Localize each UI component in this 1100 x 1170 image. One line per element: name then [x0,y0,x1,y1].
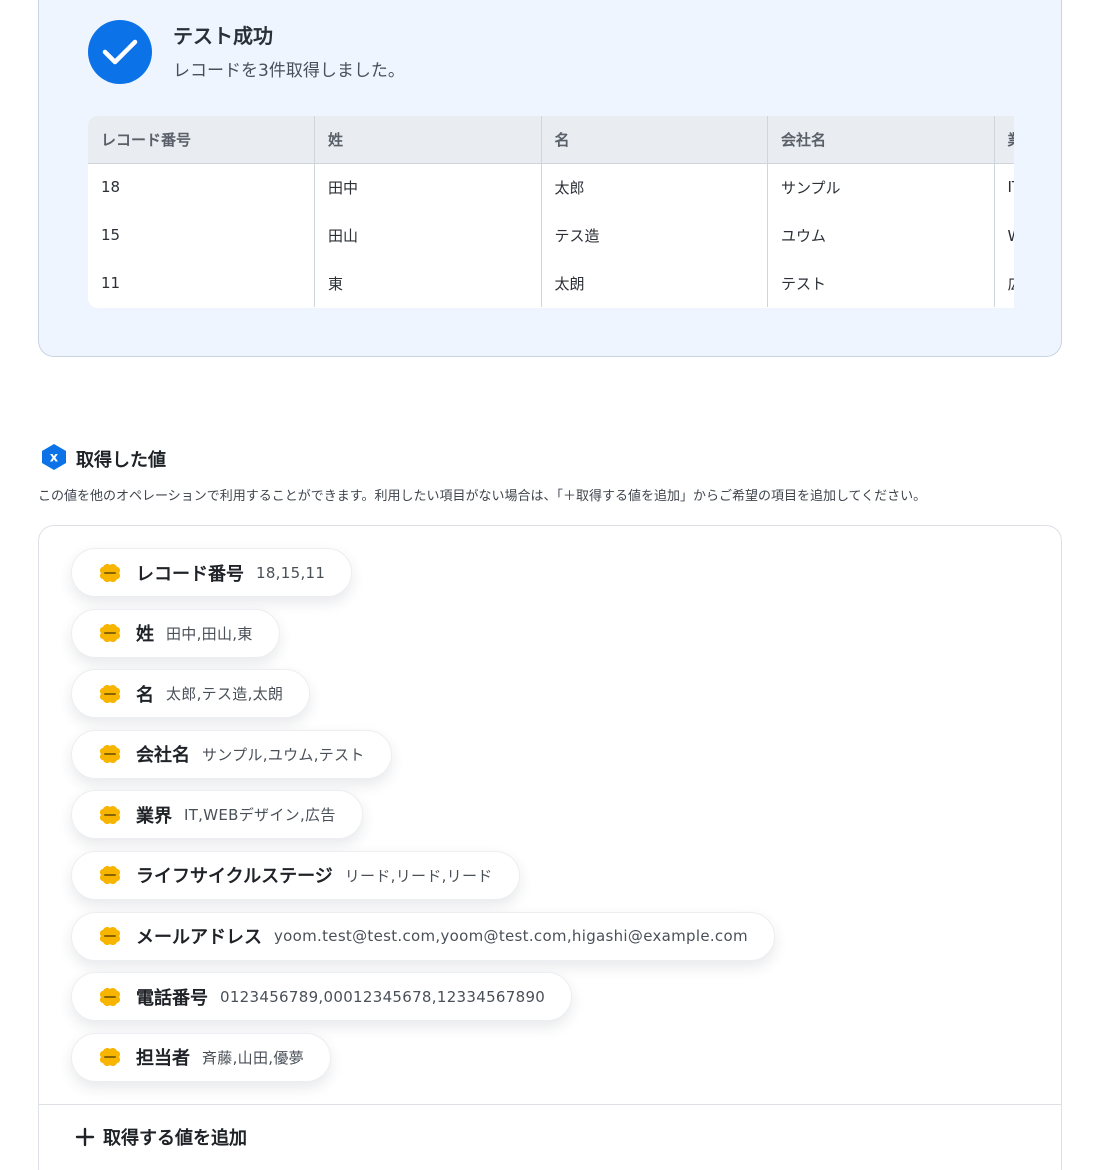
value-pill-value: 0123456789,00012345678,12334567890 [220,987,546,1006]
table-cell: テスト [767,259,995,307]
success-message: レコードを3件取得しました。 [173,61,405,81]
table-cell: 15 [88,211,315,259]
column-header: 業界 [994,116,1014,164]
value-pill[interactable]: 姓 田中,田山,東 [71,608,280,658]
check-icon [88,20,152,84]
kintone-logo-icon [99,805,121,824]
value-pill[interactable]: ライフサイクルステージ リード,リード,リード [71,850,520,900]
value-pill-name: メールアドレス [136,927,262,949]
result-table: レコード番号 姓 名 会社名 業界 18 田中 太郎 サンプル IT 15 田山 [88,116,1014,307]
acquired-values-title: 取得した値 [76,450,166,471]
table-row: 18 田中 太郎 サンプル IT [88,163,1014,211]
value-pill-value: サンプル,ユウム,テスト [202,745,365,764]
acquired-values-card: レコード番号 18,15,11 姓 田中,田山,東 名 太郎,テス造,太朗 会社… [38,525,1062,1170]
kintone-logo-icon [99,987,121,1006]
column-header: レコード番号 [88,116,315,164]
add-value-label: 取得する値を追加 [103,1128,247,1149]
value-pill[interactable]: 業界 IT,WEBデザイン,広告 [71,790,363,840]
plus-icon [75,1127,95,1147]
kintone-logo-icon [99,563,121,582]
value-pill-name: 会社名 [136,745,190,767]
add-value-button[interactable]: 取得する値を追加 [75,1124,247,1150]
table-cell: 広告 [994,259,1014,307]
value-pill[interactable]: 電話番号 0123456789,00012345678,12334567890 [71,972,573,1022]
kintone-logo-icon [99,866,121,885]
value-pill-name: 電話番号 [136,987,208,1009]
table-cell: 11 [88,259,315,307]
success-title: テスト成功 [173,24,273,48]
table-row: 11 東 太朗 テスト 広告 [88,259,1014,307]
table-cell: 東 [314,259,542,307]
table-cell: 太朗 [541,259,768,307]
table-cell: 太郎 [541,163,768,211]
kintone-logo-icon [99,745,121,764]
value-pill[interactable]: 会社名 サンプル,ユウム,テスト [71,729,392,779]
table-cell: ユウム [767,211,995,259]
table-cell: WEBデザイン [994,211,1014,259]
card-divider [39,1104,1061,1105]
value-pill[interactable]: レコード番号 18,15,11 [71,548,353,597]
value-pill[interactable]: 名 太郎,テス造,太朗 [71,669,311,719]
kintone-logo-icon [99,927,121,946]
column-header: 会社名 [767,116,995,164]
table-cell: サンプル [767,163,995,211]
value-pill[interactable]: メールアドレス yoom.test@test.com,yoom@test.com… [71,911,775,961]
table-cell: IT [994,163,1014,211]
value-pill-name: レコード番号 [136,563,244,585]
value-pill-name: ライフサイクルステージ [136,866,333,888]
value-pill-value: 斉藤,山田,優夢 [202,1048,304,1067]
table-cell: テス造 [541,211,768,259]
value-pill-value: リード,リード,リード [344,866,493,885]
kintone-logo-icon [99,624,121,643]
value-pill-value: 田中,田山,東 [166,624,253,643]
svg-text:x: x [50,451,59,466]
table-cell: 田中 [314,163,542,211]
test-success-panel: テスト成功 レコードを3件取得しました。 レコード番号 姓 名 会社名 業界 1… [38,0,1062,357]
variable-icon: x [40,443,68,471]
value-pill-value: IT,WEBデザイン,広告 [184,806,336,825]
value-pill[interactable]: 担当者 斉藤,山田,優夢 [71,1032,331,1082]
table-cell: 18 [88,163,315,211]
value-pill-name: 名 [136,684,154,706]
kintone-logo-icon [99,684,121,703]
value-pill-value: 18,15,11 [256,563,326,582]
table-cell: 田山 [314,211,542,259]
value-pill-list: レコード番号 18,15,11 姓 田中,田山,東 名 太郎,テス造,太朗 会社… [71,548,775,1093]
table-header-row: レコード番号 姓 名 会社名 業界 [88,116,1014,164]
kintone-logo-icon [99,1048,121,1067]
value-pill-name: 担当者 [136,1048,190,1070]
acquired-values-description: この値を他のオペレーションで利用することができます。利用したい項目がない場合は、… [38,489,927,504]
column-header: 姓 [314,116,542,164]
value-pill-value: 太郎,テス造,太朗 [166,685,284,704]
value-pill-name: 業界 [136,805,172,827]
table-row: 15 田山 テス造 ユウム WEBデザイン [88,211,1014,259]
result-table-scroll[interactable]: レコード番号 姓 名 会社名 業界 18 田中 太郎 サンプル IT 15 田山 [88,116,1014,308]
value-pill-value: yoom.test@test.com,yoom@test.com,higashi… [274,927,748,946]
value-pill-name: 姓 [136,624,154,646]
column-header: 名 [541,116,768,164]
